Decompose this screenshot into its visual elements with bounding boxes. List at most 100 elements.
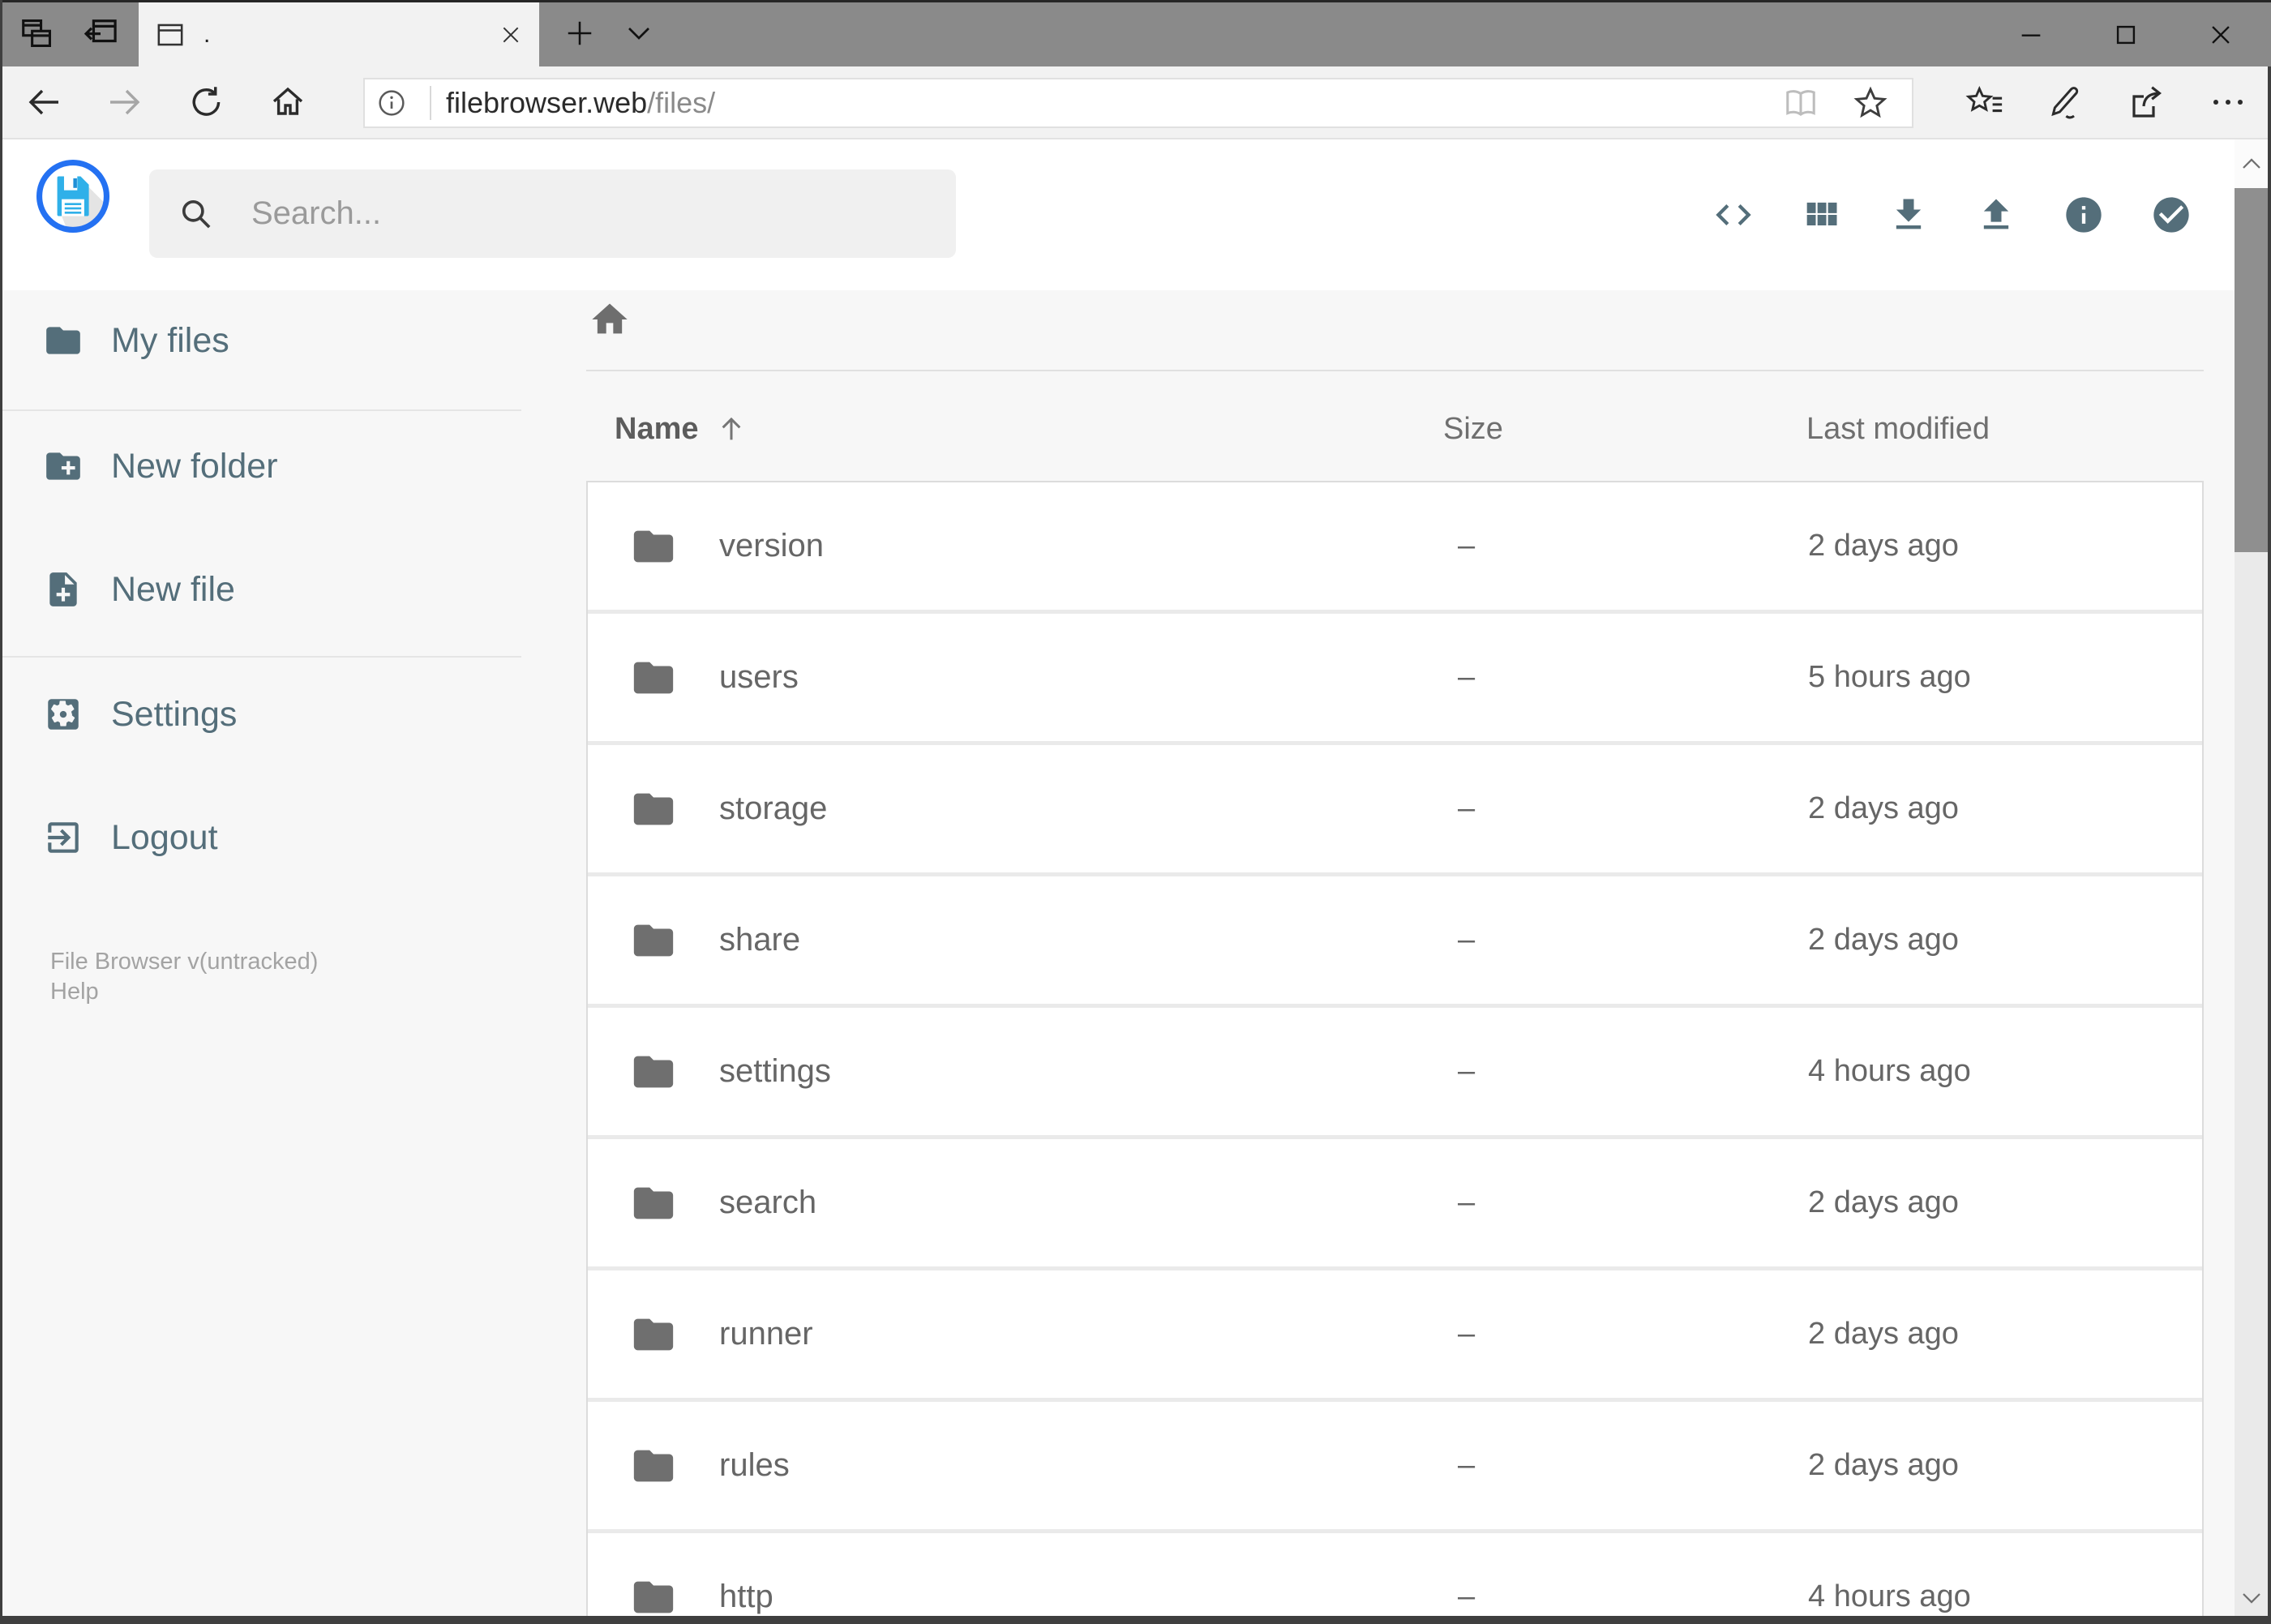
folder-icon: [633, 1187, 674, 1219]
sidebar-item-label: My files: [111, 320, 229, 360]
folder-icon: [633, 530, 674, 562]
file-size: –: [1458, 529, 1476, 563]
sidebar-item-label: Settings: [111, 694, 238, 734]
new-tab-button[interactable]: [554, 0, 606, 66]
download-icon: [1896, 199, 1922, 229]
column-header-name[interactable]: Name: [586, 412, 1450, 447]
maximize-button[interactable]: [2078, 2, 2173, 66]
search-box[interactable]: [149, 169, 956, 258]
page-icon: [157, 24, 183, 45]
table-row[interactable]: share – 2 days ago: [588, 876, 2202, 1004]
home-icon: [272, 87, 303, 115]
chevron-down-icon: [2242, 1593, 2260, 1604]
scrollbar-thumb[interactable]: [2235, 188, 2268, 552]
settings-gear-icon: [48, 699, 79, 730]
scroll-down-button[interactable]: [2235, 1580, 2268, 1616]
logout-icon: [48, 822, 79, 853]
home-icon: [592, 303, 628, 334]
download-button[interactable]: [1888, 191, 1930, 239]
browser-tab[interactable]: .: [139, 2, 539, 66]
sidebar-item-my-files[interactable]: My files: [0, 279, 533, 402]
home-button[interactable]: [264, 66, 312, 138]
table-row[interactable]: search – 2 days ago: [588, 1139, 2202, 1266]
tab-list-button[interactable]: [613, 0, 665, 66]
file-size: –: [1458, 1448, 1476, 1482]
table-row[interactable]: rules – 2 days ago: [588, 1402, 2202, 1529]
reading-view-button[interactable]: [1782, 86, 1819, 120]
file-size: –: [1458, 660, 1476, 694]
list-header: Name Size Last modified: [586, 404, 2204, 454]
grid-view-icon: [1806, 202, 1837, 225]
sidebar-item-new-folder[interactable]: New folder: [0, 405, 533, 528]
help-link[interactable]: Help: [50, 977, 99, 1007]
tabs-set-aside-button[interactable]: [71, 0, 130, 66]
column-header-size[interactable]: Size: [1443, 412, 1806, 447]
new-file-icon: [49, 572, 77, 606]
sidebar: My files New folder New file Settings Lo…: [0, 290, 533, 1616]
scroll-up-button[interactable]: [2235, 139, 2268, 188]
share-button[interactable]: [2122, 66, 2170, 138]
sidebar-item-logout[interactable]: Logout: [0, 776, 533, 899]
sidebar-item-settings[interactable]: Settings: [0, 653, 533, 776]
file-size: –: [1458, 1579, 1476, 1613]
close-icon: [503, 27, 519, 42]
folder-icon: [633, 1581, 674, 1613]
refresh-button[interactable]: [182, 66, 231, 138]
web-notes-pen-button[interactable]: [2040, 66, 2089, 138]
close-window-button[interactable]: [2173, 2, 2268, 66]
file-modified: 2 days ago: [1808, 791, 1959, 825]
minimize-button[interactable]: [1983, 2, 2078, 66]
close-icon: [2211, 25, 2230, 44]
more-menu-button[interactable]: [2204, 66, 2252, 138]
info-button[interactable]: [2063, 191, 2105, 239]
select-multiple-button[interactable]: [2150, 191, 2192, 239]
maximize-icon: [2116, 25, 2135, 44]
site-info-button[interactable]: [365, 87, 418, 119]
table-row[interactable]: storage – 2 days ago: [588, 745, 2202, 872]
favorites-hub-button[interactable]: [1961, 66, 2010, 138]
breadcrumb-home-button[interactable]: [584, 296, 636, 343]
forward-button[interactable]: [101, 66, 149, 138]
address-bar[interactable]: filebrowser.web/files/: [363, 78, 1913, 128]
code-view-button[interactable]: [1712, 191, 1755, 239]
back-button[interactable]: [19, 66, 68, 138]
table-row[interactable]: http – 4 hours ago: [588, 1533, 2202, 1616]
table-row[interactable]: settings – 4 hours ago: [588, 1008, 2202, 1135]
file-name: settings: [719, 1053, 831, 1089]
table-row[interactable]: version – 2 days ago: [588, 482, 2202, 610]
page-scrollbar[interactable]: [2235, 139, 2268, 1616]
grid-view-button[interactable]: [1800, 191, 1842, 239]
table-row[interactable]: users – 5 hours ago: [588, 614, 2202, 741]
create-new-folder-icon: [46, 452, 80, 480]
app-logo[interactable]: [33, 156, 113, 236]
plus-icon: [568, 21, 592, 45]
app-header: [0, 139, 2271, 290]
file-size: –: [1458, 1054, 1476, 1088]
tab-preview-icon: [22, 19, 51, 47]
tab-close-button[interactable]: [500, 24, 521, 45]
url-text[interactable]: filebrowser.web/files/: [446, 86, 715, 120]
sidebar-item-new-file[interactable]: New file: [0, 528, 533, 651]
url-path: /files/: [647, 86, 716, 119]
file-name: runner: [719, 1316, 813, 1352]
url-host: filebrowser.web: [446, 86, 648, 119]
favorites-hub-icon: [1965, 85, 2003, 113]
window-edge-right: [2268, 66, 2271, 1624]
filebrowser-floppy-logo-icon: [36, 159, 110, 234]
window-edge-top: [0, 0, 2271, 2]
file-modified: 4 hours ago: [1808, 1579, 1971, 1613]
tab-preview-button[interactable]: [8, 0, 66, 66]
favorite-star-button[interactable]: [1852, 84, 1889, 122]
window-edge-left: [0, 0, 2, 1624]
window-controls: [1983, 2, 2268, 66]
upload-button[interactable]: [1975, 191, 2017, 239]
column-header-modified[interactable]: Last modified: [1806, 412, 2204, 447]
refresh-icon: [192, 87, 221, 116]
folder-icon: [633, 924, 674, 956]
table-row[interactable]: runner – 2 days ago: [588, 1270, 2202, 1398]
sidebar-item-label: Logout: [111, 817, 218, 857]
search-input[interactable]: [251, 195, 956, 232]
folder-icon: [633, 1450, 674, 1481]
chevron-down-icon: [628, 28, 649, 40]
file-name: version: [719, 528, 824, 563]
